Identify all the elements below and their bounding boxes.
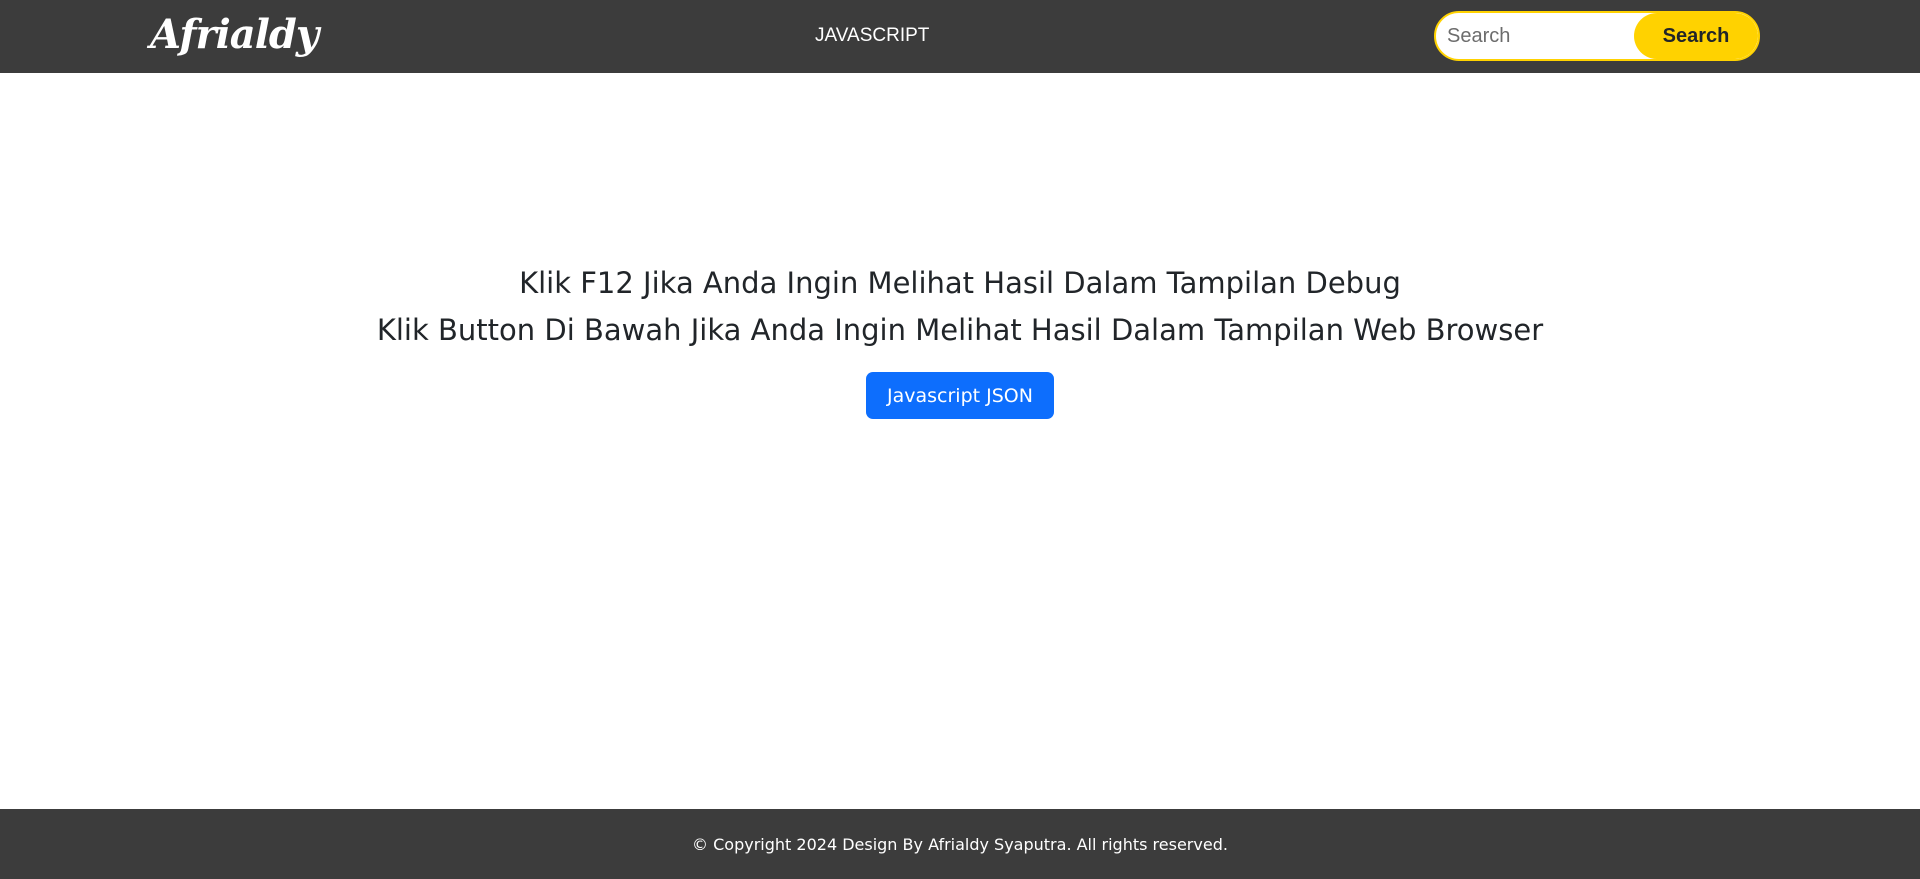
- nav-link-javascript[interactable]: JAVASCRIPT: [815, 24, 929, 48]
- instruction-heading-debug: Klik F12 Jika Anda Ingin Melihat Hasil D…: [519, 266, 1401, 300]
- search-form: Search: [1434, 11, 1760, 61]
- copyright-text: © Copyright 2024 Design By Afrialdy Syap…: [692, 835, 1228, 854]
- main-content: Klik F12 Jika Anda Ingin Melihat Hasil D…: [0, 73, 1920, 809]
- instruction-heading-browser: Klik Button Di Bawah Jika Anda Ingin Mel…: [376, 313, 1544, 347]
- navbar: Afrialdy JAVASCRIPT Search: [0, 0, 1920, 73]
- footer: © Copyright 2024 Design By Afrialdy Syap…: [0, 809, 1920, 879]
- search-input[interactable]: [1436, 13, 1636, 59]
- javascript-json-button[interactable]: Javascript JSON: [866, 372, 1054, 419]
- brand-logo[interactable]: Afrialdy: [150, 10, 319, 60]
- search-button[interactable]: Search: [1634, 13, 1758, 59]
